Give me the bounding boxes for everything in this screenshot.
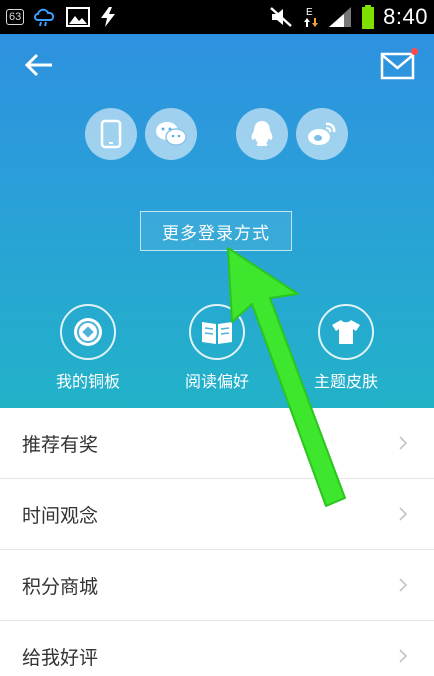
- qq-login-button[interactable]: [236, 108, 288, 160]
- more-login-methods-button[interactable]: 更多登录方式: [140, 211, 292, 251]
- list-item-label: 时间观念: [22, 504, 99, 527]
- qq-icon: [251, 121, 273, 146]
- mail-icon: [380, 52, 415, 80]
- reading-preference-button[interactable]: 阅读偏好: [167, 304, 267, 392]
- mute-icon: [269, 6, 295, 28]
- cloud-rain-icon: [32, 6, 58, 28]
- network-type-text: E: [306, 7, 313, 18]
- list-item-points-mall[interactable]: 积分商城: [0, 550, 434, 621]
- wechat-icon: [156, 122, 187, 146]
- my-coins-button[interactable]: 我的铜板: [38, 304, 138, 392]
- mail-button[interactable]: [380, 48, 418, 82]
- edge-data-icon: E: [303, 5, 319, 29]
- status-time: 8:40: [383, 4, 428, 29]
- chevron-right-icon: [399, 649, 408, 663]
- tshirt-icon: [332, 320, 360, 344]
- list-item-label: 给我好评: [22, 646, 99, 669]
- reading-preference-label: 阅读偏好: [184, 372, 249, 391]
- list-item-recommend-reward[interactable]: 推荐有奖: [0, 408, 434, 479]
- chevron-right-icon: [399, 507, 408, 521]
- signal-icon: [327, 6, 353, 28]
- my-coins-label: 我的铜板: [55, 372, 120, 391]
- phone-icon: [100, 119, 122, 149]
- login-methods: [0, 108, 434, 160]
- theme-skin-button[interactable]: 主题皮肤: [296, 304, 396, 392]
- back-arrow-icon: [24, 53, 52, 77]
- list-item-rate-app[interactable]: 给我好评: [0, 621, 434, 676]
- tshirt-icon-circle: [318, 304, 374, 360]
- list-item-label: 推荐有奖: [22, 433, 99, 456]
- wechat-login-button[interactable]: [145, 108, 197, 160]
- mail-unread-dot: [411, 48, 418, 55]
- weibo-icon: [308, 122, 336, 145]
- image-icon: [66, 7, 91, 27]
- chevron-right-icon: [399, 578, 408, 592]
- notification-count-badge: 63: [6, 9, 25, 25]
- weibo-login-button[interactable]: [296, 108, 348, 160]
- coin-icon-circle: [60, 304, 116, 360]
- coin-icon: [74, 318, 102, 346]
- list-item-label: 积分商城: [22, 575, 99, 598]
- book-icon-circle: [189, 304, 245, 360]
- chevron-right-icon: [399, 436, 408, 450]
- profile-header: 更多登录方式 我的铜板 阅读偏好 主题皮肤: [0, 34, 434, 408]
- theme-skin-label: 主题皮肤: [313, 372, 378, 391]
- menu-list: 推荐有奖 时间观念 积分商城 给我好评: [0, 408, 434, 676]
- book-icon: [202, 322, 232, 344]
- list-item-time-concept[interactable]: 时间观念: [0, 479, 434, 550]
- status-bar: 63 E 8:40: [0, 0, 434, 34]
- battery-icon: [361, 5, 375, 29]
- phone-login-button[interactable]: [85, 108, 137, 160]
- back-button[interactable]: [24, 50, 54, 80]
- usb-bolt-icon: [98, 6, 118, 28]
- app-screen: 63 E 8:40 更多登录方式 我的铜板 阅读偏好 主题皮肤 推荐有奖 时间观…: [0, 0, 434, 676]
